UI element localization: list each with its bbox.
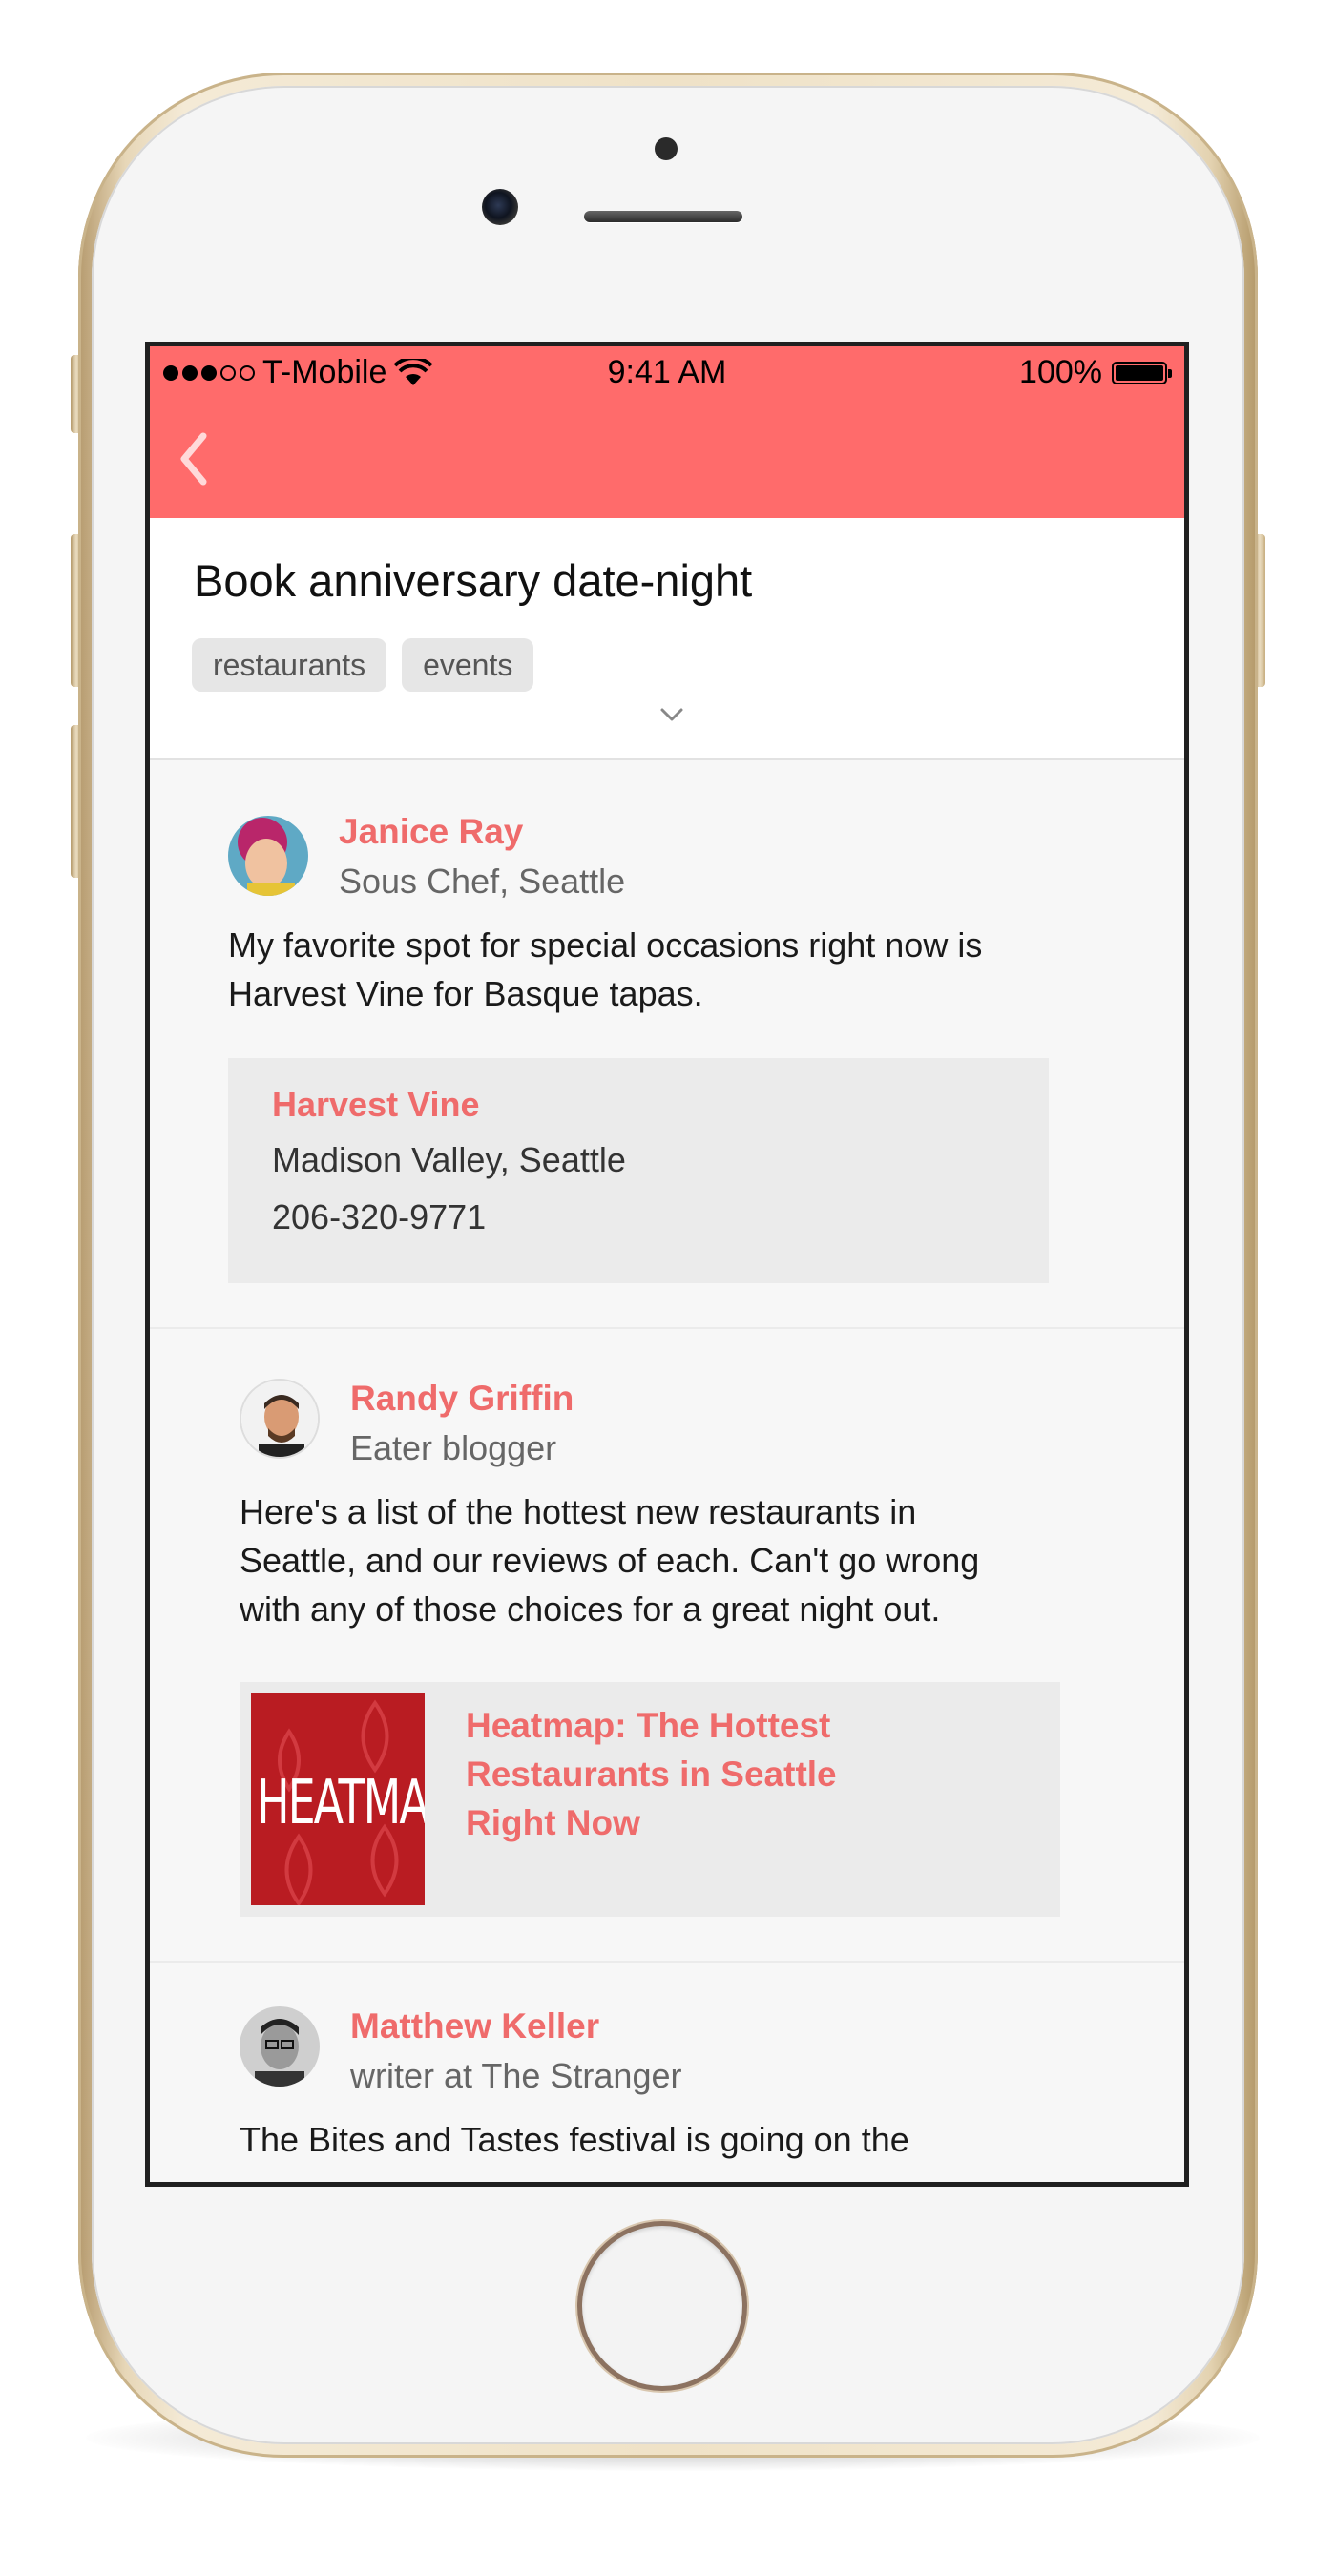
battery-group: 100% [1019,354,1172,391]
link-card[interactable]: HEATMAP Heatmap: The Hottest Restaurants… [240,1682,1060,1917]
article-title-line: Restaurants in Seattle [466,1755,837,1794]
battery-icon [1112,361,1172,384]
chevron-left-icon [180,432,207,486]
place-name[interactable]: Harvest Vine [272,1085,479,1125]
earpiece-speaker [584,211,742,222]
front-camera [482,189,518,225]
author-name[interactable]: Matthew Keller [350,2006,599,2046]
answer-text-line: Seattle, and our reviews of each. Can't … [240,1541,980,1580]
thumbnail-title: HEATMAP [257,1766,425,1839]
avatar[interactable] [228,816,308,896]
answer-text-line: Here's a list of the hottest new restaur… [240,1492,917,1531]
article-title-line: Right Now [466,1803,640,1842]
place-card[interactable]: Harvest Vine Madison Valley, Seattle 206… [228,1058,1049,1283]
author-role: writer at The Stranger [350,2056,682,2095]
app-screen: T-Mobile 9:41 AM 100% Book anniversary d… [145,342,1189,2187]
answer-card: Matthew Keller writer at The Stranger Th… [150,1963,1184,2182]
answer-text-line: with any of those choices for a great ni… [240,1589,941,1629]
place-location: Madison Valley, Seattle [272,1140,626,1179]
battery-percent: 100% [1019,354,1102,390]
avatar[interactable] [240,2006,320,2087]
page-title: Book anniversary date-night [194,555,753,606]
author-name[interactable]: Janice Ray [339,812,523,852]
avatar[interactable] [240,1379,320,1459]
answer-text-line: The Bites and Tastes festival is going o… [240,2120,909,2159]
article-title-line: Heatmap: The Hottest [466,1706,831,1745]
tag-restaurants[interactable]: restaurants [192,638,387,692]
place-phone[interactable]: 206-320-9771 [272,1197,486,1237]
author-role: Eater blogger [350,1428,557,1467]
answer-card: Randy Griffin Eater blogger Here's a lis… [150,1329,1184,1963]
navigation-bar [150,402,1184,518]
request-header: Book anniversary date-night restaurants … [150,518,1184,760]
author-name[interactable]: Randy Griffin [350,1379,574,1419]
chevron-down-icon[interactable] [658,705,685,724]
answer-text-line: Harvest Vine for Basque tapas. [228,974,703,1013]
answer-text: Here's a list of the hottest new restaur… [240,1487,979,1633]
article-title[interactable]: Heatmap: The Hottest Restaurants in Seat… [466,1701,866,1847]
home-button[interactable] [582,2226,742,2386]
answer-card: Janice Ray Sous Chef, Seattle My favorit… [150,760,1184,1329]
article-thumbnail[interactable]: HEATMAP [251,1693,425,1905]
tag-list: restaurants events [192,638,534,692]
proximity-sensor [655,137,678,160]
answer-text: My favorite spot for special occasions r… [228,921,982,1018]
back-button[interactable] [163,425,232,493]
answer-text-line: My favorite spot for special occasions r… [228,925,983,965]
status-bar: T-Mobile 9:41 AM 100% [150,346,1184,402]
author-role: Sous Chef, Seattle [339,862,626,901]
tag-events[interactable]: events [402,638,534,692]
answer-text: The Bites and Tastes festival is going o… [240,2115,909,2164]
